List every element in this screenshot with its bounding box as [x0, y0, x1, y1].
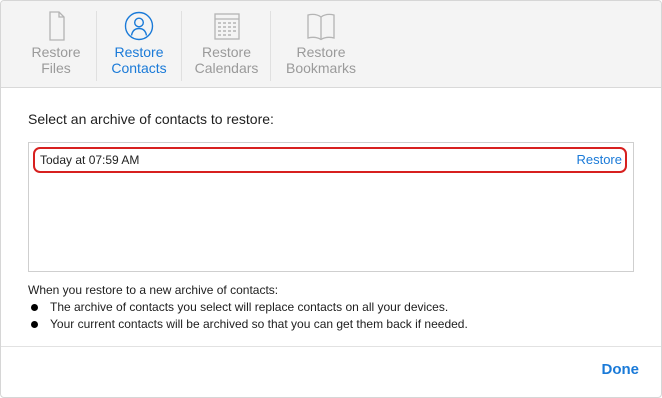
contacts-icon [124, 11, 154, 41]
document-icon [49, 11, 65, 41]
restore-link[interactable]: Restore [576, 152, 622, 167]
archive-list: Today at 07:59 AM Restore [28, 142, 634, 272]
restore-note-title: When you restore to a new archive of con… [28, 283, 279, 297]
footer-divider [1, 346, 661, 347]
tab-divider [181, 11, 182, 81]
bullet-icon [31, 321, 38, 328]
tab-label: Restore Calendars [194, 44, 259, 76]
tab-label: Restore Files [31, 44, 81, 76]
bullet-icon [31, 304, 38, 311]
archive-heading: Select an archive of contacts to restore… [28, 111, 274, 127]
list-item: Your current contacts will be archived s… [28, 316, 468, 333]
tab-restore-calendars[interactable]: Restore Calendars [184, 11, 269, 83]
restore-dialog: Restore Files Restore Contacts Restore C… [0, 0, 662, 398]
tab-divider [96, 11, 97, 81]
tab-divider [270, 11, 271, 81]
restore-toolbar: Restore Files Restore Contacts Restore C… [1, 1, 661, 88]
book-icon [307, 13, 335, 41]
tab-restore-bookmarks[interactable]: Restore Bookmarks [273, 11, 369, 83]
note-text: Your current contacts will be archived s… [50, 317, 468, 331]
list-item: The archive of contacts you select will … [28, 299, 468, 316]
note-text: The archive of contacts you select will … [50, 300, 449, 314]
tab-restore-files[interactable]: Restore Files [18, 11, 94, 83]
tab-label: Restore Bookmarks [285, 44, 357, 76]
tab-label: Restore Contacts [111, 44, 167, 76]
archive-date: Today at 07:59 AM [40, 153, 140, 167]
tab-restore-contacts[interactable]: Restore Contacts [98, 11, 180, 83]
done-button[interactable]: Done [602, 361, 640, 378]
archive-row[interactable]: Today at 07:59 AM Restore [33, 147, 627, 173]
calendar-icon [213, 13, 240, 40]
restore-note-list: The archive of contacts you select will … [28, 299, 468, 333]
